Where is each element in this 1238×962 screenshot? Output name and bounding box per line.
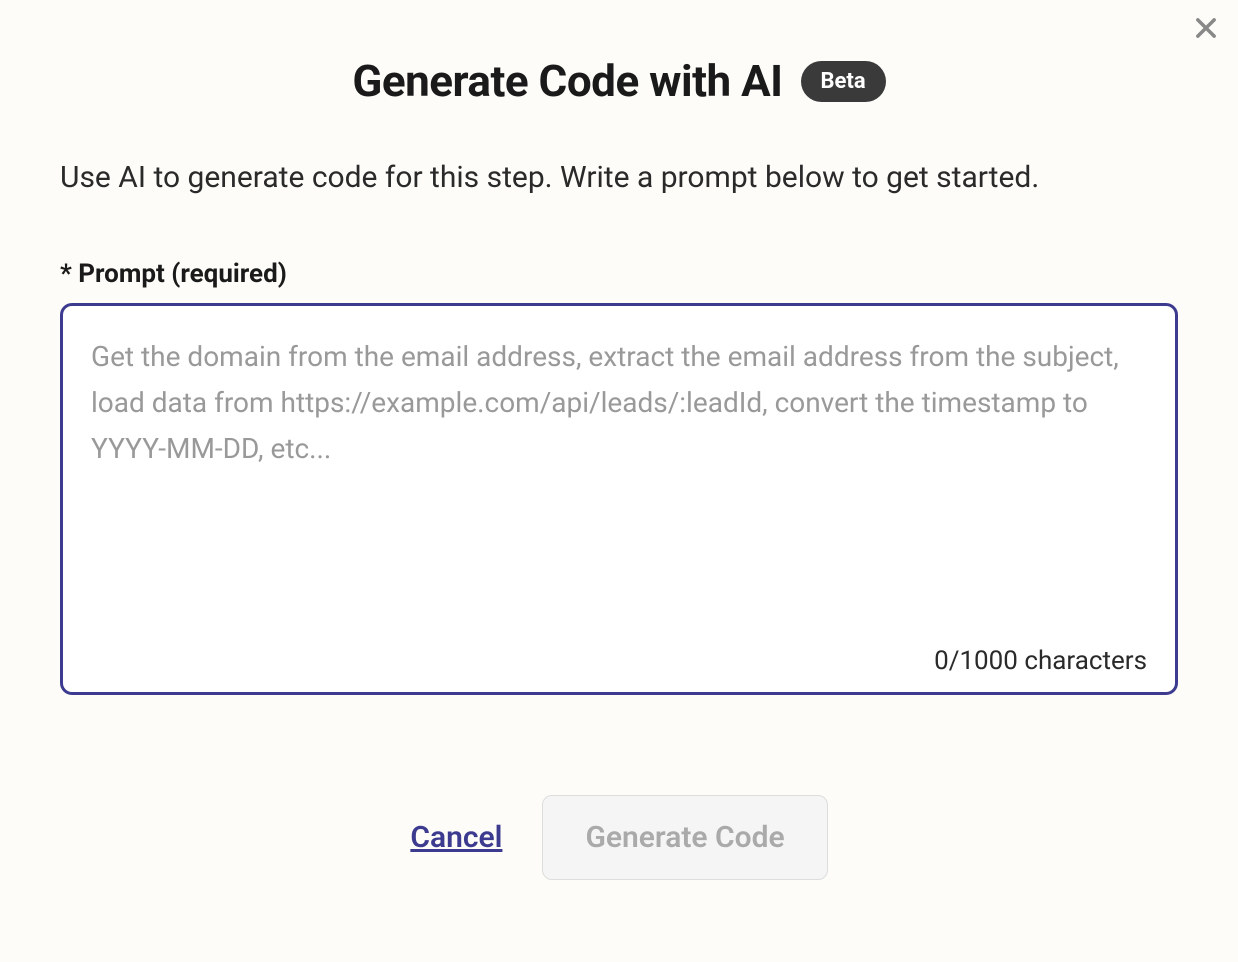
- dialog-description: Use AI to generate code for this step. W…: [60, 157, 1178, 199]
- char-counter: 0/1000 characters: [91, 646, 1147, 676]
- prompt-textarea-wrapper: 0/1000 characters: [60, 303, 1178, 695]
- prompt-label: * Prompt (required): [60, 259, 1178, 289]
- dialog-container: Generate Code with AI Beta Use AI to gen…: [0, 0, 1238, 920]
- generate-code-button[interactable]: Generate Code: [542, 795, 827, 880]
- close-button[interactable]: [1186, 8, 1226, 48]
- cancel-button[interactable]: Cancel: [410, 820, 502, 855]
- dialog-header: Generate Code with AI Beta: [60, 55, 1178, 107]
- dialog-title: Generate Code with AI: [352, 55, 782, 107]
- close-icon: [1192, 14, 1220, 42]
- beta-badge: Beta: [801, 61, 886, 102]
- prompt-textarea[interactable]: [91, 334, 1147, 634]
- dialog-actions: Cancel Generate Code: [60, 795, 1178, 880]
